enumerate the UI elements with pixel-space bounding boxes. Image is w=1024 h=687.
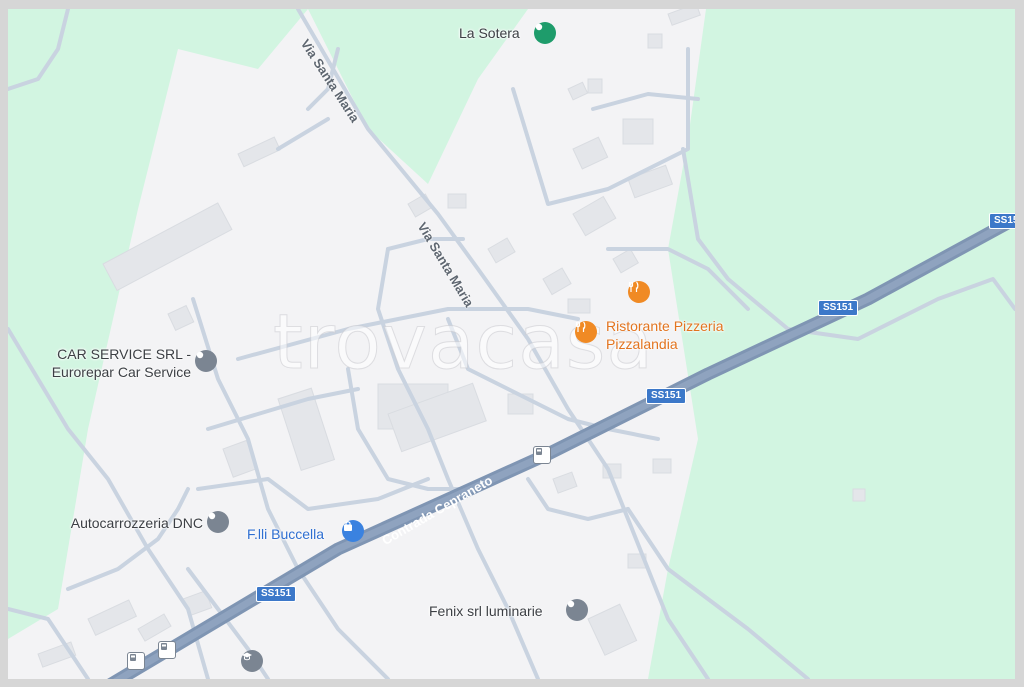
restaurant-pin-icon[interactable] (575, 321, 597, 343)
bus-stop-icon[interactable] (158, 641, 176, 659)
school-pin-icon[interactable] (241, 650, 263, 672)
route-shield-ss15: SS15 (989, 213, 1015, 229)
place-label-la-sotera[interactable]: La Sotera (459, 24, 520, 42)
service-pin-icon[interactable] (207, 511, 229, 533)
watermark: trovacasa (273, 297, 654, 387)
green-area-top-left (8, 9, 308, 639)
place-label-line: Ristorante Pizzeria (606, 318, 724, 334)
place-label-autocarrozzeria[interactable]: Autocarrozzeria DNC (38, 514, 203, 532)
bus-stop-icon[interactable] (127, 652, 145, 670)
route-shield-ss151: SS151 (256, 586, 297, 602)
service-pin-icon[interactable] (195, 350, 217, 372)
bus-stop-icon[interactable] (533, 446, 551, 464)
restaurant-pin-icon[interactable] (628, 281, 650, 303)
park-pin-icon[interactable] (534, 22, 556, 44)
fork-knife-icon (575, 321, 586, 332)
fork-knife-icon (628, 281, 639, 292)
dot-icon (535, 23, 543, 31)
graduation-cap-icon (242, 652, 252, 661)
service-pin-icon[interactable] (566, 599, 588, 621)
place-label-fenix[interactable]: Fenix srl luminarie (429, 602, 543, 620)
place-label-line: CAR SERVICE SRL - (57, 346, 191, 362)
dot-icon (196, 351, 204, 359)
route-shield-ss151: SS151 (818, 300, 859, 316)
place-label-line: Eurorepar Car Service (51, 364, 191, 380)
shopping-bag-icon (344, 521, 352, 531)
place-label-buccella[interactable]: F.lli Buccella (247, 525, 324, 543)
dot-icon (208, 512, 216, 520)
shop-pin-icon[interactable] (342, 520, 364, 542)
dot-icon (567, 600, 575, 608)
place-label-line: Pizzalandia (606, 336, 678, 352)
map-canvas[interactable]: trovacasa Via Santa Maria Via Santa Mari… (8, 9, 1015, 679)
route-shield-ss151: SS151 (646, 388, 687, 404)
place-label-car-service[interactable]: CAR SERVICE SRL - Eurorepar Car Service (32, 345, 191, 381)
place-label-ristorante-pizzeria[interactable]: Ristorante Pizzeria Pizzalandia (606, 317, 724, 353)
